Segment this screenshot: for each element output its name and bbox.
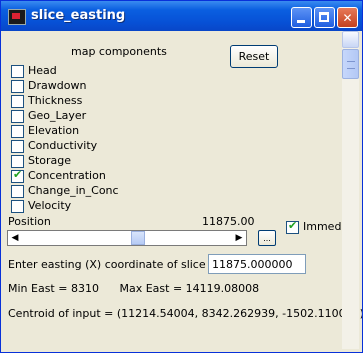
checkbox-label: Velocity [28,199,72,212]
position-more-button[interactable]: ... [258,230,276,246]
map-components-heading: map components [71,45,167,58]
slider-left-arrow-icon[interactable]: ◀ [8,231,22,245]
app-icon [8,9,26,25]
checkbox-box[interactable] [11,168,24,183]
slider-thumb[interactable] [130,231,145,245]
checkbox-label: Elevation [28,124,80,137]
maximize-icon [319,12,329,22]
checkbox-box[interactable] [11,110,24,123]
checkbox-label: Change_in_Conc [28,184,119,197]
close-button[interactable]: ✕ [337,7,358,28]
checkbox-box[interactable] [11,140,24,153]
easting-input[interactable] [208,254,306,274]
max-east-text: Max East = 14119.08008 [119,282,260,295]
immed-label: Immed [303,220,342,233]
minimize-icon [297,20,305,23]
checkbox-box[interactable] [11,200,24,213]
checkbox-box[interactable] [286,219,299,234]
dialog-content: map components Reset Head Drawdown Thick… [4,31,362,349]
east-range: Min East = 8310 Max East = 14119.08008 [8,282,259,295]
maximize-button[interactable] [314,7,335,28]
position-label: Position [8,215,51,228]
checkbox-box[interactable] [11,155,24,168]
position-slider[interactable]: ◀ ▶ [7,230,247,246]
vertical-scrollbar[interactable] [342,31,359,349]
checkbox-box[interactable] [11,95,24,108]
slice-easting-window: slice_easting ✕ map components Reset Hea… [0,0,363,353]
reset-button[interactable]: Reset [230,45,278,68]
checkbox-box[interactable] [11,185,24,198]
checkbox-label: Thickness [28,94,83,107]
checkbox-label: Storage [28,154,72,167]
slider-right-arrow-icon[interactable]: ▶ [232,231,246,245]
window-title: slice_easting [31,8,126,23]
checkbox-box[interactable] [11,65,24,78]
scroll-thumb[interactable] [342,49,359,79]
checkbox-label: Geo_Layer [28,109,87,122]
title-bar[interactable]: slice_easting ✕ [1,1,362,31]
checkbox-box[interactable] [11,125,24,138]
easting-label: Enter easting (X) coordinate of slice [8,258,206,271]
close-icon: ✕ [342,11,353,25]
centroid-text: Centroid of input = (11214.54004, 8342.2… [8,307,363,320]
checkbox-label: Concentration [28,169,106,182]
scroll-up-button[interactable] [342,31,359,48]
minimize-button[interactable] [291,7,312,28]
checkbox-label: Drawdown [28,79,87,92]
min-east-text: Min East = 8310 [8,282,99,295]
position-value: 11875.00 [202,215,255,228]
checkbox-box[interactable] [11,80,24,93]
checkbox-label: Conductivity [28,139,98,152]
checkbox-label: Head [28,64,57,77]
